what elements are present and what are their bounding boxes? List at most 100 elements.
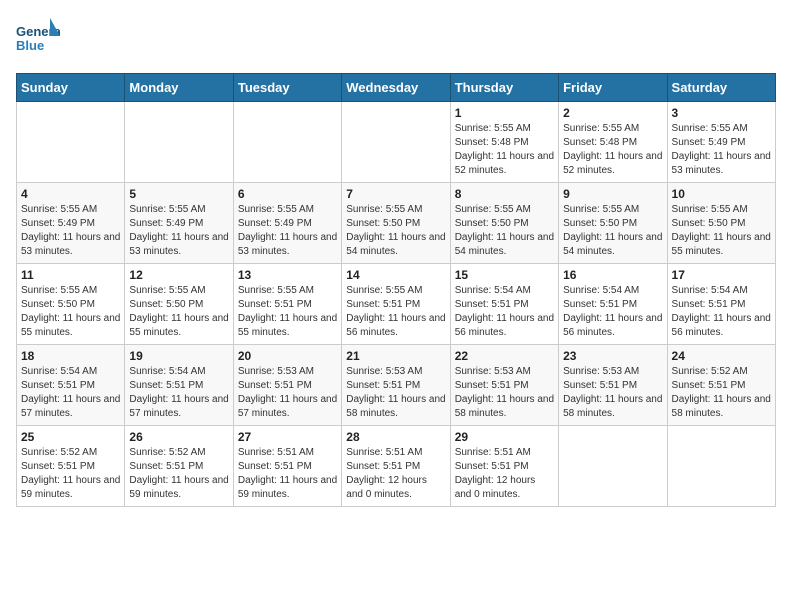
day-number: 7	[346, 187, 445, 201]
calendar-day-cell: 4 Sunrise: 5:55 AM Sunset: 5:49 PM Daylig…	[17, 183, 125, 264]
calendar-day-cell	[342, 102, 450, 183]
calendar-day-header: Monday	[125, 74, 233, 102]
calendar-day-cell: 11 Sunrise: 5:55 AM Sunset: 5:50 PM Dayli…	[17, 264, 125, 345]
calendar-day-cell: 26 Sunrise: 5:52 AM Sunset: 5:51 PM Dayli…	[125, 426, 233, 507]
day-info: Sunrise: 5:54 AM Sunset: 5:51 PM Dayligh…	[129, 365, 228, 421]
day-info: Sunrise: 5:54 AM Sunset: 5:51 PM Dayligh…	[455, 284, 554, 340]
calendar-day-header: Friday	[559, 74, 667, 102]
day-number: 15	[455, 268, 554, 282]
calendar-day-cell: 3 Sunrise: 5:55 AM Sunset: 5:49 PM Daylig…	[667, 102, 775, 183]
day-number: 24	[672, 349, 771, 363]
calendar-day-cell: 21 Sunrise: 5:53 AM Sunset: 5:51 PM Dayli…	[342, 345, 450, 426]
day-number: 18	[21, 349, 120, 363]
day-number: 13	[238, 268, 337, 282]
calendar-day-cell: 22 Sunrise: 5:53 AM Sunset: 5:51 PM Dayli…	[450, 345, 558, 426]
day-number: 2	[563, 106, 662, 120]
calendar-body: 1 Sunrise: 5:55 AM Sunset: 5:48 PM Daylig…	[17, 102, 776, 507]
day-number: 17	[672, 268, 771, 282]
day-info: Sunrise: 5:52 AM Sunset: 5:51 PM Dayligh…	[129, 446, 228, 502]
day-info: Sunrise: 5:55 AM Sunset: 5:50 PM Dayligh…	[563, 203, 662, 259]
logo-icon: General Blue	[16, 16, 60, 60]
day-number: 11	[21, 268, 120, 282]
calendar-day-cell: 23 Sunrise: 5:53 AM Sunset: 5:51 PM Dayli…	[559, 345, 667, 426]
day-info: Sunrise: 5:54 AM Sunset: 5:51 PM Dayligh…	[672, 284, 771, 340]
calendar-day-cell: 7 Sunrise: 5:55 AM Sunset: 5:50 PM Daylig…	[342, 183, 450, 264]
calendar-day-cell: 6 Sunrise: 5:55 AM Sunset: 5:49 PM Daylig…	[233, 183, 341, 264]
day-info: Sunrise: 5:55 AM Sunset: 5:49 PM Dayligh…	[672, 122, 771, 178]
svg-text:Blue: Blue	[16, 38, 44, 53]
calendar-day-cell: 28 Sunrise: 5:51 AM Sunset: 5:51 PM Dayli…	[342, 426, 450, 507]
day-info: Sunrise: 5:55 AM Sunset: 5:50 PM Dayligh…	[455, 203, 554, 259]
day-info: Sunrise: 5:51 AM Sunset: 5:51 PM Dayligh…	[455, 446, 554, 502]
day-number: 1	[455, 106, 554, 120]
day-number: 9	[563, 187, 662, 201]
calendar-day-cell	[233, 102, 341, 183]
calendar-week-row: 1 Sunrise: 5:55 AM Sunset: 5:48 PM Daylig…	[17, 102, 776, 183]
calendar-day-cell: 1 Sunrise: 5:55 AM Sunset: 5:48 PM Daylig…	[450, 102, 558, 183]
day-info: Sunrise: 5:55 AM Sunset: 5:48 PM Dayligh…	[455, 122, 554, 178]
day-number: 27	[238, 430, 337, 444]
day-info: Sunrise: 5:55 AM Sunset: 5:50 PM Dayligh…	[672, 203, 771, 259]
calendar-day-cell	[667, 426, 775, 507]
calendar-day-cell: 24 Sunrise: 5:52 AM Sunset: 5:51 PM Dayli…	[667, 345, 775, 426]
day-info: Sunrise: 5:55 AM Sunset: 5:51 PM Dayligh…	[238, 284, 337, 340]
day-number: 16	[563, 268, 662, 282]
day-number: 10	[672, 187, 771, 201]
day-number: 19	[129, 349, 228, 363]
calendar-day-cell: 25Sunrise: 5:52 AM Sunset: 5:51 PM Dayli…	[17, 426, 125, 507]
calendar-day-header: Wednesday	[342, 74, 450, 102]
calendar-day-cell: 12 Sunrise: 5:55 AM Sunset: 5:50 PM Dayli…	[125, 264, 233, 345]
day-info: Sunrise: 5:53 AM Sunset: 5:51 PM Dayligh…	[563, 365, 662, 421]
day-number: 12	[129, 268, 228, 282]
day-number: 8	[455, 187, 554, 201]
day-info: Sunrise: 5:55 AM Sunset: 5:51 PM Dayligh…	[346, 284, 445, 340]
day-number: 28	[346, 430, 445, 444]
calendar-day-header: Tuesday	[233, 74, 341, 102]
day-number: 3	[672, 106, 771, 120]
day-number: 5	[129, 187, 228, 201]
day-info: Sunrise: 5:55 AM Sunset: 5:50 PM Dayligh…	[21, 284, 120, 340]
day-number: 14	[346, 268, 445, 282]
calendar-day-cell: 20 Sunrise: 5:53 AM Sunset: 5:51 PM Dayli…	[233, 345, 341, 426]
logo: General Blue	[16, 16, 60, 65]
calendar-day-cell: 9 Sunrise: 5:55 AM Sunset: 5:50 PM Daylig…	[559, 183, 667, 264]
day-info: Sunrise: 5:53 AM Sunset: 5:51 PM Dayligh…	[455, 365, 554, 421]
calendar-day-cell	[559, 426, 667, 507]
calendar-day-cell: 8 Sunrise: 5:55 AM Sunset: 5:50 PM Daylig…	[450, 183, 558, 264]
day-info: Sunrise: 5:52 AM Sunset: 5:51 PM Dayligh…	[672, 365, 771, 421]
day-info: Sunrise: 5:55 AM Sunset: 5:50 PM Dayligh…	[129, 284, 228, 340]
day-number: 21	[346, 349, 445, 363]
calendar-week-row: 25Sunrise: 5:52 AM Sunset: 5:51 PM Dayli…	[17, 426, 776, 507]
day-info: Sunrise: 5:55 AM Sunset: 5:49 PM Dayligh…	[21, 203, 120, 259]
calendar-day-cell: 19 Sunrise: 5:54 AM Sunset: 5:51 PM Dayli…	[125, 345, 233, 426]
calendar-day-cell: 27Sunrise: 5:51 AM Sunset: 5:51 PM Dayli…	[233, 426, 341, 507]
day-number: 4	[21, 187, 120, 201]
calendar-day-header: Saturday	[667, 74, 775, 102]
day-info: Sunrise: 5:55 AM Sunset: 5:49 PM Dayligh…	[238, 203, 337, 259]
calendar-day-cell: 18 Sunrise: 5:54 AM Sunset: 5:51 PM Dayli…	[17, 345, 125, 426]
day-info: Sunrise: 5:51 AM Sunset: 5:51 PM Dayligh…	[346, 446, 445, 502]
day-number: 23	[563, 349, 662, 363]
calendar-table: SundayMondayTuesdayWednesdayThursdayFrid…	[16, 73, 776, 507]
calendar-day-cell: 29 Sunrise: 5:51 AM Sunset: 5:51 PM Dayli…	[450, 426, 558, 507]
calendar-day-cell	[125, 102, 233, 183]
day-info: Sunrise: 5:55 AM Sunset: 5:49 PM Dayligh…	[129, 203, 228, 259]
calendar-day-cell: 13 Sunrise: 5:55 AM Sunset: 5:51 PM Dayli…	[233, 264, 341, 345]
day-number: 22	[455, 349, 554, 363]
calendar-day-cell: 5 Sunrise: 5:55 AM Sunset: 5:49 PM Daylig…	[125, 183, 233, 264]
calendar-day-cell: 10 Sunrise: 5:55 AM Sunset: 5:50 PM Dayli…	[667, 183, 775, 264]
calendar-day-cell: 14 Sunrise: 5:55 AM Sunset: 5:51 PM Dayli…	[342, 264, 450, 345]
day-info: Sunrise: 5:55 AM Sunset: 5:50 PM Dayligh…	[346, 203, 445, 259]
calendar-day-cell: 16Sunrise: 5:54 AM Sunset: 5:51 PM Dayli…	[559, 264, 667, 345]
day-number: 26	[129, 430, 228, 444]
day-info: Sunrise: 5:53 AM Sunset: 5:51 PM Dayligh…	[238, 365, 337, 421]
day-number: 20	[238, 349, 337, 363]
day-info: Sunrise: 5:54 AM Sunset: 5:51 PM Dayligh…	[21, 365, 120, 421]
day-number: 29	[455, 430, 554, 444]
day-number: 6	[238, 187, 337, 201]
day-info: Sunrise: 5:53 AM Sunset: 5:51 PM Dayligh…	[346, 365, 445, 421]
day-info: Sunrise: 5:52 AM Sunset: 5:51 PM Dayligh…	[21, 446, 120, 502]
calendar-day-cell: 2Sunrise: 5:55 AM Sunset: 5:48 PM Daylig…	[559, 102, 667, 183]
calendar-day-header: Sunday	[17, 74, 125, 102]
calendar-day-cell: 17 Sunrise: 5:54 AM Sunset: 5:51 PM Dayli…	[667, 264, 775, 345]
